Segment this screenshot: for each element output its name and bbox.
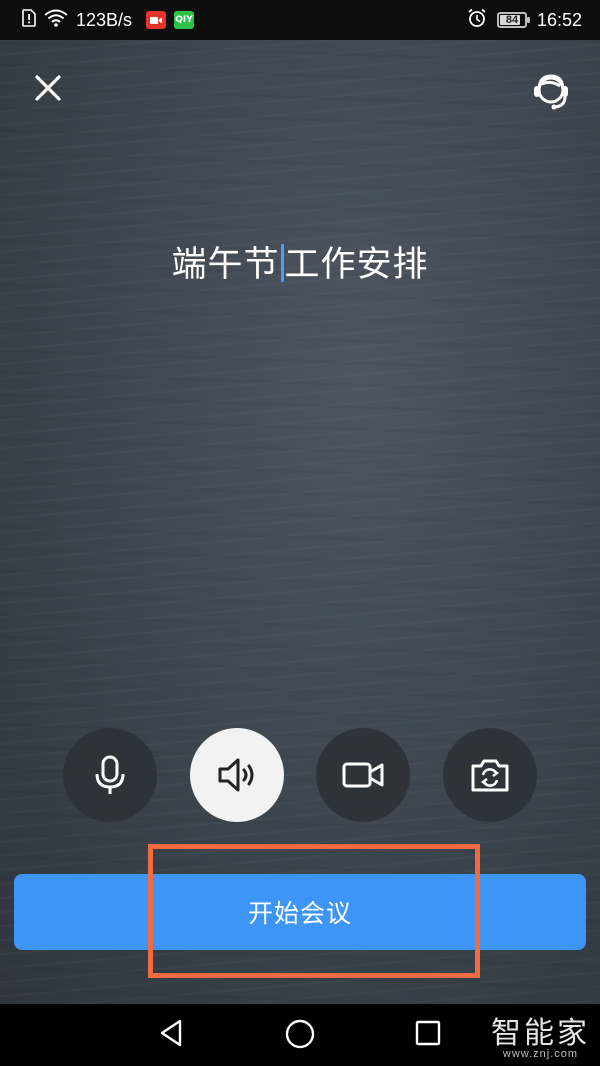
alarm-icon [467, 8, 487, 32]
meeting-title-part2: 工作安排 [284, 245, 429, 285]
battery-level: 84 [505, 14, 519, 26]
microphone-button[interactable] [63, 728, 157, 822]
customer-service-icon [534, 74, 568, 110]
media-controls [0, 728, 600, 822]
status-bar-left: 123B/s QIY [22, 0, 195, 40]
microphone-icon [95, 755, 125, 794]
video-camera-button[interactable] [316, 728, 410, 822]
sim-alert-icon [22, 9, 36, 31]
close-button[interactable] [30, 70, 66, 106]
home-icon [285, 1019, 315, 1049]
meeting-title[interactable]: 端午节 工作安排 [0, 236, 600, 287]
watermark-logo: 智能家 [491, 1016, 590, 1051]
watermark-url: www.znj.com [502, 1048, 579, 1060]
meeting-title-part1: 端午节 [171, 245, 280, 285]
customer-service-button[interactable] [528, 68, 574, 114]
status-bar-right: 84 16:52 [467, 0, 582, 40]
wifi-icon [44, 9, 68, 31]
meeting-preview: 端午节 工作安排 开始会议 [0, 40, 600, 1004]
watermark: 智能家 www.znj.com [491, 1008, 590, 1060]
nav-home-button[interactable] [284, 1018, 316, 1054]
recent-apps-icon [415, 1020, 441, 1046]
text-cursor [280, 244, 284, 282]
switch-camera-icon [471, 759, 509, 792]
speaker-icon [218, 758, 254, 792]
net-speed: 123B/s [76, 9, 133, 30]
iqiyi-app-icon: QIY [174, 11, 195, 29]
nav-recent-button[interactable] [414, 1018, 442, 1052]
status-bar: 123B/s QIY 84 16:52 [0, 0, 600, 40]
speaker-button[interactable] [190, 728, 284, 822]
back-icon [160, 1019, 182, 1047]
start-meeting-button[interactable]: 开始会议 [14, 874, 586, 950]
close-icon [35, 75, 61, 101]
nav-back-button[interactable] [158, 1018, 186, 1052]
video-app-icon [146, 11, 167, 29]
navigation-bar: 智能家 www.znj.com [0, 1004, 600, 1066]
video-camera-icon [342, 762, 384, 788]
battery-tip [526, 17, 530, 23]
battery-icon: 84 [496, 12, 530, 28]
clock: 16:52 [536, 9, 582, 30]
background-texture [0, 40, 600, 1004]
switch-camera-button[interactable] [443, 728, 537, 822]
